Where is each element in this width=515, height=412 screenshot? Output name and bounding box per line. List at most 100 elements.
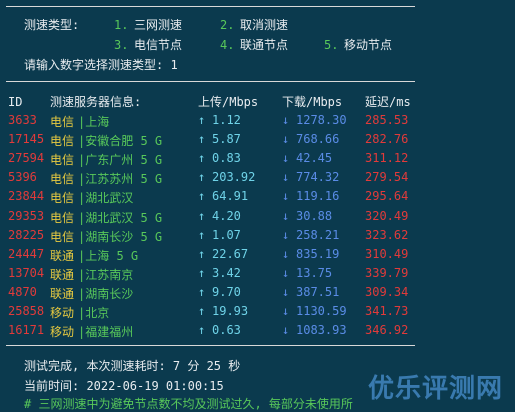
row-upload-arrow: ↑ [198, 247, 206, 261]
option-1-label: 三网测速 [134, 18, 183, 32]
row-download-arrow: ↓ [282, 170, 290, 184]
row-location: |湖南长沙 [78, 287, 134, 301]
row-location: |上海 5 G [78, 249, 139, 263]
row-upload: 3.42 [212, 266, 241, 280]
row-download: 42.45 [296, 151, 333, 165]
row-download: 1083.93 [296, 323, 347, 337]
terminal-window: 测速类型: 1. 三网测速 2. 取消测速 3. 电信节点 4. 联通节点 5.… [0, 0, 515, 411]
row-location: |江苏苏州 5 G [78, 172, 163, 186]
row-download: 774.32 [296, 170, 340, 184]
row-latency: 285.53 [365, 113, 409, 127]
row-upload-arrow: ↑ [198, 304, 206, 318]
row-upload: 0.83 [212, 151, 241, 165]
row-latency: 339.79 [365, 266, 409, 280]
row-upload-arrow: ↑ [198, 323, 206, 337]
row-id: 3633 [8, 113, 37, 127]
option-2-number: 2. [220, 18, 235, 32]
row-upload: 1.07 [212, 228, 241, 242]
row-upload: 1.12 [212, 113, 241, 127]
row-upload: 0.63 [212, 323, 241, 337]
row-download: 13.75 [296, 266, 333, 280]
row-isp: 移动 [50, 325, 75, 339]
row-upload: 4.20 [212, 209, 241, 223]
option-3-label: 电信节点 [134, 38, 183, 52]
input-prompt: 请输入数字选择测速类型: 1 [24, 58, 178, 72]
note-text: # 三网测速中为避免节点数不均及测试过久, 每部分未使用所 [24, 397, 353, 411]
row-upload: 19.93 [212, 304, 249, 318]
row-download: 835.19 [296, 247, 340, 261]
header-upload: 上传/Mbps [198, 95, 259, 109]
row-id: 27594 [8, 151, 45, 165]
option-4-label: 联通节点 [240, 38, 289, 52]
row-upload-arrow: ↑ [198, 228, 206, 242]
row-upload-arrow: ↑ [198, 170, 206, 184]
row-location: |安徽合肥 5 G [78, 134, 163, 148]
row-id: 5396 [8, 170, 37, 184]
row-download-arrow: ↓ [282, 247, 290, 261]
row-download-arrow: ↓ [282, 151, 290, 165]
row-upload-arrow: ↑ [198, 189, 206, 203]
row-latency: 279.54 [365, 170, 409, 184]
option-1-number: 1. [114, 18, 129, 32]
row-id: 17145 [8, 132, 45, 146]
row-isp: 电信 [50, 115, 75, 129]
row-upload-arrow: ↑ [198, 113, 206, 127]
row-upload-arrow: ↑ [198, 266, 206, 280]
row-isp: 联通 [50, 268, 75, 282]
row-latency: 311.12 [365, 151, 409, 165]
row-download: 258.21 [296, 228, 340, 242]
row-id: 23844 [8, 189, 45, 203]
row-download: 119.16 [296, 189, 340, 203]
row-id: 13704 [8, 266, 45, 280]
test-complete-text: 测试完成, 本次测速耗时: 7 分 25 秒 [24, 359, 241, 373]
row-isp: 电信 [50, 230, 75, 244]
row-location: |北京 [78, 306, 110, 320]
row-latency: 310.49 [365, 247, 409, 261]
row-latency: 341.73 [365, 304, 409, 318]
row-isp: 联通 [50, 249, 75, 263]
header-download: 下载/Mbps [282, 95, 343, 109]
option-5-number: 5. [324, 38, 339, 52]
row-upload-arrow: ↑ [198, 209, 206, 223]
row-latency: 346.92 [365, 323, 409, 337]
row-upload: 64.91 [212, 189, 249, 203]
row-location: |湖北武汉 [78, 191, 134, 205]
row-download: 1130.59 [296, 304, 347, 318]
row-upload: 203.92 [212, 170, 256, 184]
current-time-text: 当前时间: 2022-06-19 01:00:15 [24, 379, 224, 393]
row-isp: 电信 [50, 211, 75, 225]
row-id: 25858 [8, 304, 45, 318]
row-download: 1278.30 [296, 113, 347, 127]
row-location: |湖南长沙 5 G [78, 230, 163, 244]
row-location: |上海 [78, 115, 110, 129]
row-id: 24447 [8, 247, 45, 261]
header-id: ID [8, 95, 23, 109]
watermark-logo: 优乐评测网 [367, 374, 503, 404]
row-latency: 295.64 [365, 189, 409, 203]
row-upload-arrow: ↑ [198, 151, 206, 165]
row-latency: 309.34 [365, 285, 409, 299]
row-location: |广东广州 5 G [78, 153, 163, 167]
option-5-label: 移动节点 [344, 38, 393, 52]
row-download-arrow: ↓ [282, 228, 290, 242]
row-location: |福建福州 [78, 325, 134, 339]
row-id: 29353 [8, 209, 45, 223]
row-download-arrow: ↓ [282, 132, 290, 146]
row-id: 16171 [8, 323, 45, 337]
row-download-arrow: ↓ [282, 113, 290, 127]
middle-divider [6, 81, 415, 82]
option-3-number: 3. [114, 38, 129, 52]
row-location: |江苏南京 [78, 268, 134, 282]
row-id: 4870 [8, 285, 37, 299]
row-upload-arrow: ↑ [198, 285, 206, 299]
row-upload: 22.67 [212, 247, 249, 261]
row-upload: 5.87 [212, 132, 241, 146]
speedtest-type-label: 测速类型: [24, 18, 80, 32]
row-download: 387.51 [296, 285, 340, 299]
row-upload-arrow: ↑ [198, 132, 206, 146]
header-server: 测速服务器信息: [50, 95, 142, 109]
row-download-arrow: ↓ [282, 189, 290, 203]
row-latency: 323.62 [365, 228, 409, 242]
row-isp: 电信 [50, 153, 75, 167]
row-isp: 联通 [50, 287, 75, 301]
